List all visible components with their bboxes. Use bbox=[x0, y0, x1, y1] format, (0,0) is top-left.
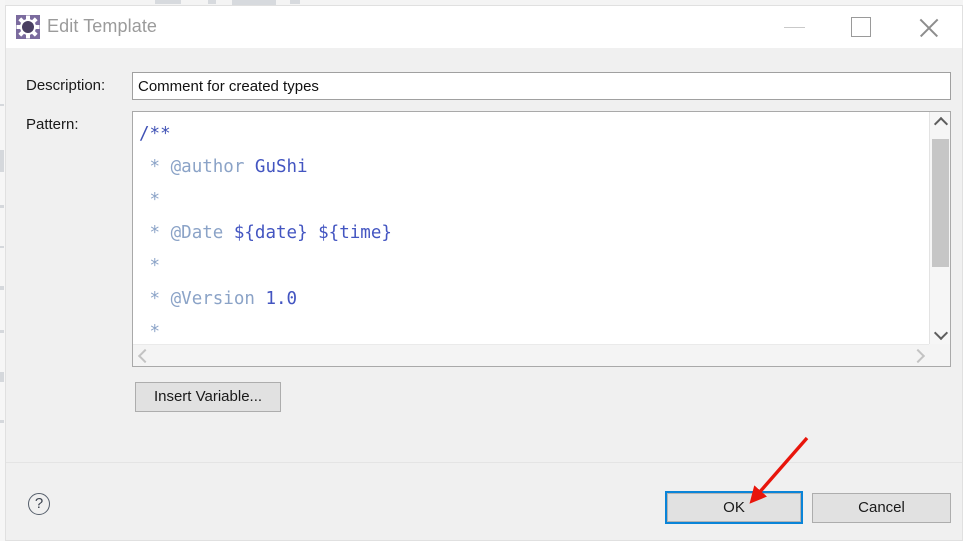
pattern-code-line: * bbox=[139, 316, 929, 344]
background-fleck bbox=[0, 286, 4, 290]
chevron-right-icon bbox=[910, 348, 926, 364]
edit-template-dialog: Edit Template Description: Pattern: /** … bbox=[5, 5, 963, 541]
background-fleck bbox=[208, 0, 216, 4]
pattern-token-tag: * @Date bbox=[149, 223, 224, 243]
pattern-token-tag: * bbox=[149, 190, 161, 210]
background-fleck bbox=[0, 372, 4, 382]
pattern-editor[interactable]: /** * @author GuShi * * @Date ${date} ${… bbox=[132, 111, 951, 367]
pattern-horizontal-scrollbar[interactable] bbox=[133, 344, 929, 366]
background-fleck bbox=[0, 150, 4, 172]
pattern-token-tag: /** bbox=[139, 124, 171, 144]
scroll-left-button[interactable] bbox=[133, 345, 155, 366]
ok-button[interactable]: OK bbox=[665, 491, 803, 524]
pattern-code-line: * @Date ${date} ${time} bbox=[139, 217, 929, 250]
background-fleck bbox=[0, 330, 4, 333]
pattern-token-tag: * @Version bbox=[149, 289, 255, 309]
pattern-code-line: * bbox=[139, 184, 929, 217]
pattern-token-tag: * bbox=[149, 256, 161, 276]
close-button[interactable] bbox=[906, 6, 953, 48]
pattern-token-value: GuShi bbox=[244, 157, 308, 177]
dialog-body: Description: Pattern: /** * @author GuSh… bbox=[6, 48, 962, 540]
pattern-text-content[interactable]: /** * @author GuShi * * @Date ${date} ${… bbox=[133, 112, 929, 344]
pattern-code-line: * @Version 1.0 bbox=[139, 283, 929, 316]
cancel-button[interactable]: Cancel bbox=[812, 493, 951, 523]
pattern-code-line: /** bbox=[139, 118, 929, 151]
dialog-titlebar[interactable]: Edit Template bbox=[6, 6, 962, 48]
background-fleck bbox=[0, 104, 4, 106]
background-fleck bbox=[0, 246, 4, 248]
scroll-up-button[interactable] bbox=[930, 112, 951, 132]
background-fleck bbox=[0, 420, 4, 423]
description-label: Description: bbox=[26, 77, 106, 94]
pattern-token-value: 1.0 bbox=[254, 289, 298, 309]
scrollbar-corner bbox=[929, 344, 950, 366]
maximize-icon bbox=[851, 17, 871, 37]
scroll-right-button[interactable] bbox=[907, 345, 929, 366]
vertical-scroll-thumb[interactable] bbox=[932, 139, 949, 267]
close-icon bbox=[917, 16, 941, 40]
pattern-token-tag: * @author bbox=[149, 157, 245, 177]
chevron-down-icon bbox=[933, 325, 949, 341]
minimize-button[interactable] bbox=[771, 6, 818, 48]
dialog-title: Edit Template bbox=[47, 16, 158, 36]
pattern-token-value: ${date} ${time} bbox=[223, 223, 392, 243]
pattern-code-line: * bbox=[139, 250, 929, 283]
pattern-code-line: * @author GuShi bbox=[139, 151, 929, 184]
description-input[interactable] bbox=[132, 72, 951, 100]
scroll-down-button[interactable] bbox=[930, 324, 951, 344]
maximize-button[interactable] bbox=[838, 6, 885, 48]
insert-variable-button[interactable]: Insert Variable... bbox=[135, 382, 281, 412]
pattern-label: Pattern: bbox=[26, 116, 79, 133]
ok-button-label: OK bbox=[667, 493, 801, 522]
background-fleck bbox=[155, 0, 181, 4]
chevron-left-icon bbox=[137, 348, 153, 364]
footer-divider bbox=[6, 462, 962, 463]
minimize-icon bbox=[784, 27, 805, 28]
background-fleck bbox=[0, 205, 4, 208]
pattern-token-tag: * bbox=[149, 322, 161, 342]
chevron-up-icon bbox=[933, 116, 949, 132]
pattern-vertical-scrollbar[interactable] bbox=[929, 112, 950, 344]
template-gear-icon bbox=[15, 14, 41, 40]
background-fleck bbox=[290, 0, 300, 4]
help-icon[interactable]: ? bbox=[28, 493, 50, 515]
